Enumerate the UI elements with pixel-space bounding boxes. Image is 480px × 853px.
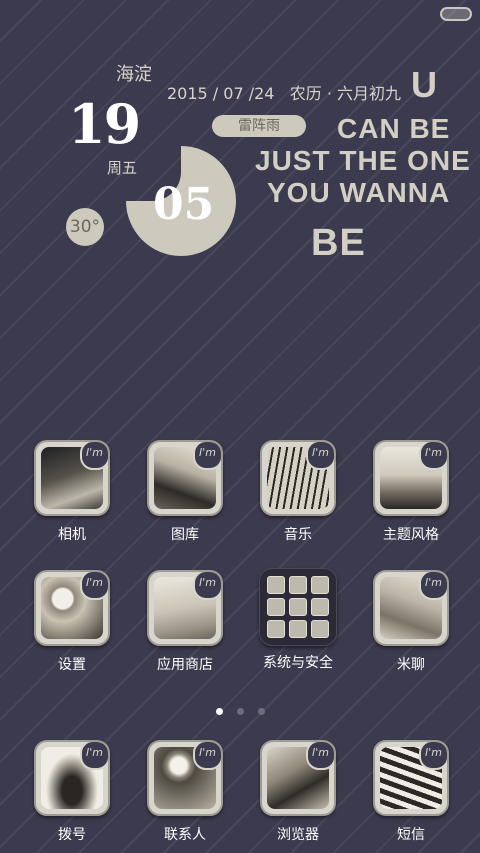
settings-photo-icon[interactable]: I'm: [34, 570, 110, 646]
quote-line-2: JUST THE ONE: [255, 145, 471, 176]
quote-u: U: [411, 64, 438, 105]
app-contacts[interactable]: I'm 联系人: [135, 740, 235, 844]
quote-line-3: YOU WANNA: [267, 177, 451, 208]
quote-be: BE: [311, 222, 366, 264]
im-badge-icon: I'm: [80, 572, 108, 600]
app-sms[interactable]: I'm 短信: [361, 740, 461, 844]
app-label: 米聊: [397, 657, 425, 673]
mini-app-icon: [267, 598, 285, 616]
app-label: 拨号: [58, 827, 86, 843]
mini-app-icon: [289, 598, 307, 616]
mini-app-icon: [311, 620, 329, 638]
im-badge-icon: I'm: [193, 442, 221, 470]
temperature-badge: 30°: [66, 208, 104, 246]
app-mitalk[interactable]: I'm 米聊: [361, 570, 461, 674]
app-settings[interactable]: I'm 设置: [22, 570, 122, 674]
im-badge-icon: I'm: [419, 442, 447, 470]
page-dot[interactable]: [257, 708, 265, 715]
app-label: 音乐: [284, 527, 312, 543]
folder-system-security[interactable]: 系统与安全: [248, 568, 348, 672]
date-line: 2015 / 07 /24 农历 · 六月初九: [167, 80, 401, 104]
im-badge-icon: I'm: [193, 742, 221, 770]
app-theme[interactable]: I'm 主题风格: [361, 440, 461, 544]
theme-photo-icon[interactable]: I'm: [373, 440, 449, 516]
page-indicator: [0, 700, 480, 719]
browser-photo-icon[interactable]: I'm: [260, 740, 336, 816]
quote-line-1: CAN BE: [337, 113, 451, 144]
system-folder-icon[interactable]: [259, 568, 337, 646]
app-label: 应用商店: [157, 657, 213, 673]
mitalk-photo-icon[interactable]: I'm: [373, 570, 449, 646]
sms-photo-icon[interactable]: I'm: [373, 740, 449, 816]
im-badge-icon: I'm: [419, 572, 447, 600]
app-store-photo-icon[interactable]: I'm: [147, 570, 223, 646]
app-store[interactable]: I'm 应用商店: [135, 570, 235, 674]
district-label: 海淀: [116, 64, 152, 85]
mini-app-icon: [289, 576, 307, 594]
app-browser[interactable]: I'm 浏览器: [248, 740, 348, 844]
date-text: 2015 / 07 /24: [167, 84, 275, 103]
app-label: 联系人: [164, 827, 206, 843]
camera-photo-icon[interactable]: I'm: [34, 440, 110, 516]
app-label: 设置: [58, 657, 86, 673]
battery-pill-icon: [440, 7, 472, 21]
mini-app-icon: [267, 576, 285, 594]
mini-app-icon: [311, 598, 329, 616]
lunar-date-text: 农历 · 六月初九: [289, 84, 402, 103]
im-badge-icon: I'm: [419, 742, 447, 770]
app-label: 相机: [58, 527, 86, 543]
app-camera[interactable]: I'm 相机: [22, 440, 122, 544]
page-dot[interactable]: [236, 708, 244, 715]
im-badge-icon: I'm: [306, 442, 334, 470]
contacts-photo-icon[interactable]: I'm: [147, 740, 223, 816]
mini-app-icon: [267, 620, 285, 638]
app-label: 浏览器: [277, 827, 319, 843]
im-badge-icon: I'm: [193, 572, 221, 600]
weather-badge[interactable]: 雷阵雨: [212, 115, 306, 137]
time-minute: 05: [153, 179, 215, 230]
mini-app-icon: [289, 620, 307, 638]
app-music[interactable]: I'm 音乐: [248, 440, 348, 544]
mini-app-icon: [311, 576, 329, 594]
im-badge-icon: I'm: [306, 742, 334, 770]
im-badge-icon: I'm: [80, 442, 108, 470]
app-dialer[interactable]: I'm 拨号: [22, 740, 122, 844]
app-label: 主题风格: [383, 527, 439, 543]
im-badge-icon: I'm: [80, 742, 108, 770]
dialer-photo-icon[interactable]: I'm: [34, 740, 110, 816]
app-label: 短信: [397, 827, 425, 843]
app-label: 图库: [171, 527, 199, 543]
music-photo-icon[interactable]: I'm: [260, 440, 336, 516]
gallery-photo-icon[interactable]: I'm: [147, 440, 223, 516]
page-dot-active[interactable]: [215, 708, 223, 715]
app-label: 系统与安全: [263, 655, 333, 671]
app-gallery[interactable]: I'm 图库: [135, 440, 235, 544]
